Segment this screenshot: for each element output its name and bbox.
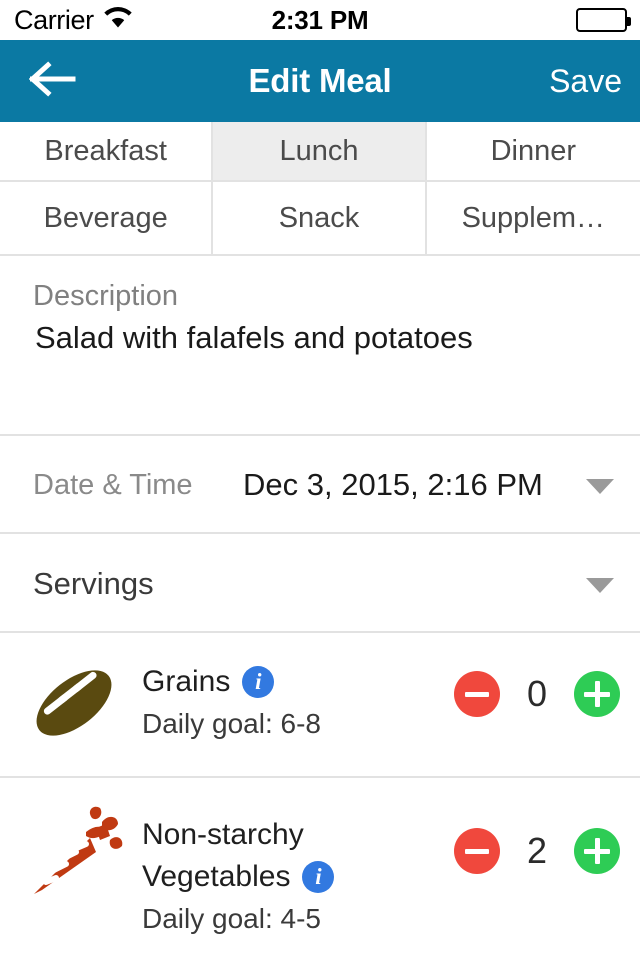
tab-dinner[interactable]: Dinner — [426, 122, 640, 182]
tab-supplements[interactable]: Supplem… — [426, 182, 640, 256]
battery-full-icon — [576, 8, 631, 32]
food-group-name: Non-starchy — [142, 818, 304, 851]
food-group-text: Grains i Daily goal: 6-8 — [142, 661, 321, 745]
food-group-goal: Daily goal: 6-8 — [142, 708, 321, 739]
servings-count: 2 — [526, 830, 548, 871]
tab-breakfast[interactable]: Breakfast — [0, 122, 214, 182]
food-group-text: Non-starchy Vegetables i Daily goal: 4-5 — [142, 814, 335, 940]
status-bar: Carrier 2:31 PM — [0, 0, 640, 40]
chevron-down-icon[interactable] — [586, 577, 614, 593]
servings-stepper: 0 — [454, 671, 620, 717]
minus-circle-icon[interactable] — [454, 828, 500, 874]
tab-lunch[interactable]: Lunch — [213, 122, 427, 182]
food-group-name-continued: Vegetables — [142, 860, 291, 893]
food-group-row: Non-starchy Vegetables i Daily goal: 4-5… — [0, 778, 640, 960]
food-group-row: Grains i Daily goal: 6-8 0 — [0, 633, 640, 778]
chevron-down-icon[interactable] — [586, 479, 614, 494]
page-title: Edit Meal — [248, 62, 392, 99]
save-button[interactable]: Save — [549, 40, 622, 122]
carrot-icon — [26, 802, 126, 907]
info-icon[interactable]: i — [302, 861, 335, 893]
meal-type-tabs: Breakfast Lunch Dinner Beverage Snack Su… — [0, 122, 640, 256]
tab-beverage[interactable]: Beverage — [0, 182, 214, 256]
description-section[interactable]: Description Salad with falafels and pota… — [0, 256, 640, 436]
edit-meal-screen: Carrier 2:31 PM Edit Meal Save Breakfast… — [0, 0, 640, 960]
food-group-name-line: Grains i — [142, 661, 321, 703]
minus-circle-icon[interactable] — [454, 671, 500, 717]
servings-stepper: 2 — [454, 828, 620, 874]
status-bar-right — [576, 0, 631, 40]
servings-count: 0 — [526, 673, 548, 714]
date-time-row[interactable]: Date & Time Dec 3, 2015, 2:16 PM — [0, 436, 640, 534]
plus-circle-icon[interactable] — [574, 828, 620, 874]
date-time-label: Date & Time — [33, 468, 193, 501]
servings-label: Servings — [33, 565, 154, 601]
tab-snack[interactable]: Snack — [213, 182, 427, 256]
description-input[interactable]: Salad with falafels and potatoes — [35, 320, 473, 356]
servings-row[interactable]: Servings — [0, 534, 640, 633]
bread-loaf-icon — [26, 655, 122, 756]
food-group-goal: Daily goal: 4-5 — [142, 903, 321, 934]
status-bar-clock: 2:31 PM — [271, 4, 369, 35]
info-icon[interactable]: i — [242, 666, 275, 698]
food-group-name: Grains — [142, 665, 231, 698]
food-group-name-line-2: Vegetables i — [142, 856, 335, 898]
date-time-value[interactable]: Dec 3, 2015, 2:16 PM — [243, 436, 543, 534]
plus-circle-icon[interactable] — [574, 671, 620, 717]
navigation-bar: Edit Meal Save — [0, 40, 640, 122]
description-label: Description — [33, 280, 179, 312]
